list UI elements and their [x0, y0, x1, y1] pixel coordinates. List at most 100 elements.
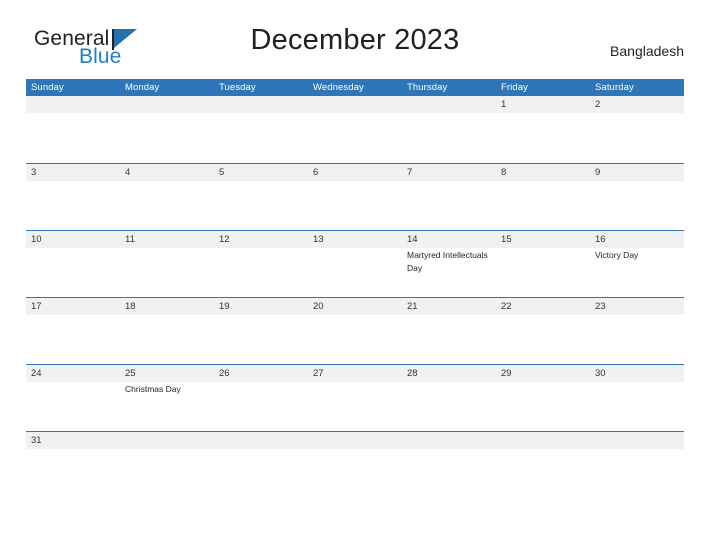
week-row: 24 25 Christmas Day 26 27 28 29 30 [26, 364, 684, 431]
day-cell[interactable]: 13 [308, 231, 402, 297]
day-number-band [308, 432, 402, 449]
day-number-band [120, 96, 214, 113]
day-cell[interactable]: 29 [496, 365, 590, 431]
day-cell[interactable]: 23 [590, 298, 684, 364]
day-number-band [26, 164, 120, 181]
page-title: December 2023 [250, 24, 460, 56]
day-number: 5 [219, 167, 225, 178]
day-cell[interactable]: 5 [214, 164, 308, 230]
day-number-band [308, 164, 402, 181]
day-cell[interactable]: 24 [26, 365, 120, 431]
day-number: 23 [595, 301, 606, 312]
page-header: General Blue December 2023 Bangladesh [26, 24, 684, 72]
day-number: 20 [313, 301, 324, 312]
day-number-band [402, 164, 496, 181]
day-number: 25 [125, 368, 136, 379]
day-cell[interactable]: 27 [308, 365, 402, 431]
day-number-band [496, 96, 590, 113]
day-number: 15 [501, 234, 512, 245]
weekday-header-friday: Friday [501, 82, 528, 93]
day-number: 28 [407, 368, 418, 379]
day-number: 27 [313, 368, 324, 379]
weekday-header-sunday: Sunday [31, 82, 64, 93]
day-number: 11 [125, 234, 135, 245]
day-number: 9 [595, 167, 601, 178]
weekday-header-monday: Monday [125, 82, 160, 93]
day-cell[interactable]: 14 Martyred Intellectuals Day [402, 231, 496, 297]
day-cell[interactable] [214, 96, 308, 163]
day-number: 29 [501, 368, 512, 379]
day-number: 18 [125, 301, 136, 312]
day-number: 22 [501, 301, 512, 312]
day-number-band [26, 96, 120, 113]
week-row: 31 [26, 431, 684, 449]
day-cell[interactable]: 21 [402, 298, 496, 364]
day-number-band [496, 432, 590, 449]
day-number: 14 [407, 234, 418, 245]
day-cell[interactable]: 2 [590, 96, 684, 163]
weekday-header-thursday: Thursday [407, 82, 448, 93]
day-number: 26 [219, 368, 230, 379]
day-number-band [496, 164, 590, 181]
day-number-band [214, 164, 308, 181]
day-cell[interactable]: 18 [120, 298, 214, 364]
day-number-band [590, 432, 684, 449]
day-cell[interactable]: 22 [496, 298, 590, 364]
day-cell[interactable]: 26 [214, 365, 308, 431]
day-number-band [402, 96, 496, 113]
day-cell[interactable] [26, 96, 120, 163]
day-number: 21 [407, 301, 418, 312]
day-cell[interactable]: 8 [496, 164, 590, 230]
day-cell[interactable] [214, 432, 308, 449]
day-cell[interactable]: 30 [590, 365, 684, 431]
day-cell[interactable]: 7 [402, 164, 496, 230]
day-cell[interactable]: 19 [214, 298, 308, 364]
calendar-grid: Sunday Monday Tuesday Wednesday Thursday… [26, 79, 684, 449]
day-cell[interactable]: 17 [26, 298, 120, 364]
day-number-band [590, 164, 684, 181]
day-cell[interactable]: 9 [590, 164, 684, 230]
country-label: Bangladesh [610, 43, 684, 59]
day-number-band [120, 432, 214, 449]
weekday-header-saturday: Saturday [595, 82, 634, 93]
day-cell[interactable]: 15 [496, 231, 590, 297]
weekday-header-tuesday: Tuesday [219, 82, 256, 93]
day-cell[interactable] [402, 96, 496, 163]
day-cell[interactable]: 25 Christmas Day [120, 365, 214, 431]
day-number: 12 [219, 234, 230, 245]
day-cell[interactable]: 20 [308, 298, 402, 364]
day-number: 7 [407, 167, 413, 178]
week-row: 17 18 19 20 21 22 23 [26, 297, 684, 364]
day-cell[interactable] [590, 432, 684, 449]
day-number-band [214, 96, 308, 113]
day-number: 16 [595, 234, 606, 245]
day-number: 3 [31, 167, 37, 178]
day-number: 8 [501, 167, 507, 178]
weekday-header-wednesday: Wednesday [313, 82, 364, 93]
day-event: Christmas Day [125, 384, 181, 394]
day-cell[interactable] [120, 96, 214, 163]
day-cell[interactable]: 1 [496, 96, 590, 163]
day-number: 19 [219, 301, 230, 312]
day-cell[interactable]: 10 [26, 231, 120, 297]
day-cell[interactable] [308, 96, 402, 163]
day-cell[interactable] [120, 432, 214, 449]
day-cell[interactable] [402, 432, 496, 449]
day-cell[interactable]: 11 [120, 231, 214, 297]
day-cell[interactable]: 12 [214, 231, 308, 297]
day-cell[interactable]: 6 [308, 164, 402, 230]
day-cell[interactable]: 4 [120, 164, 214, 230]
day-cell[interactable]: 3 [26, 164, 120, 230]
day-number: 6 [313, 167, 319, 178]
day-number-band [214, 432, 308, 449]
week-row: 3 4 5 6 7 8 9 [26, 163, 684, 230]
day-number: 24 [31, 368, 42, 379]
day-number: 1 [501, 99, 507, 110]
day-cell[interactable]: 28 [402, 365, 496, 431]
day-number: 31 [31, 435, 42, 446]
day-cell[interactable]: 16 Victory Day [590, 231, 684, 297]
day-cell[interactable] [308, 432, 402, 449]
day-cell[interactable]: 31 [26, 432, 120, 449]
weekday-header-row: Sunday Monday Tuesday Wednesday Thursday… [26, 79, 684, 96]
day-cell[interactable] [496, 432, 590, 449]
